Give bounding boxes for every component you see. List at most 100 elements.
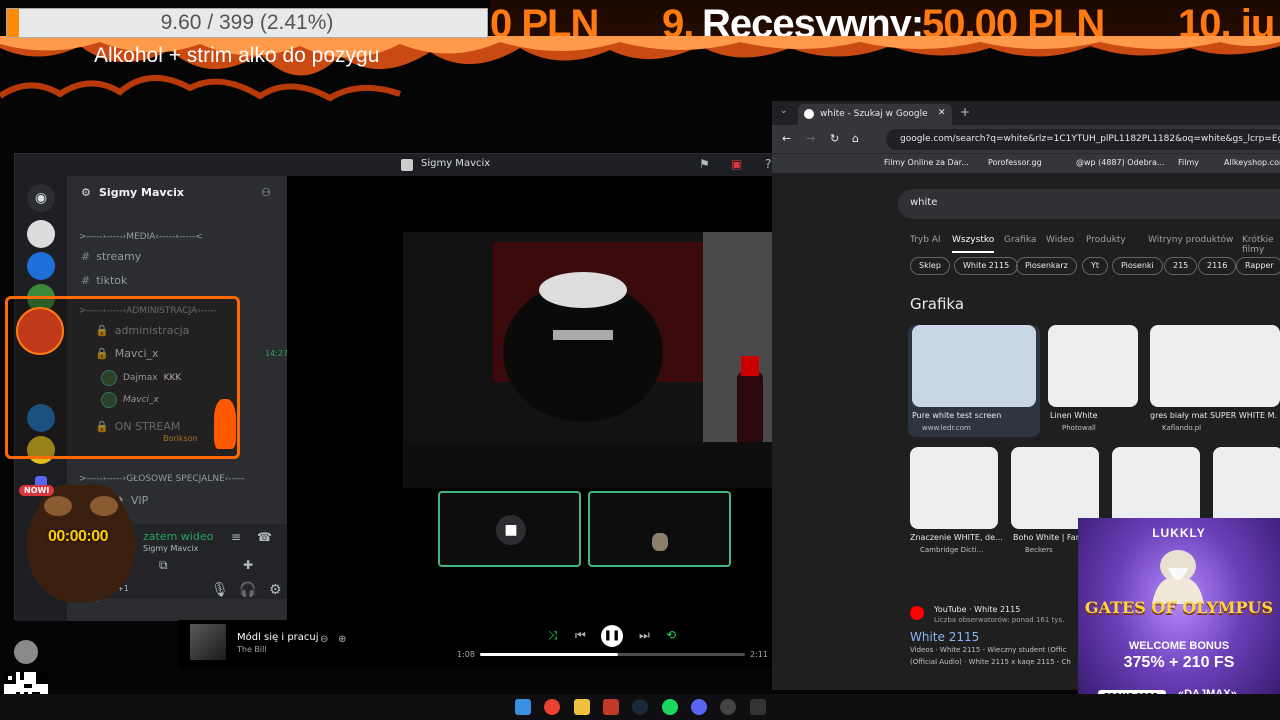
image-result[interactable]: Znaczenie WHITE, de... Cambridge Dicti..…: [910, 447, 1003, 559]
bookmark-item[interactable]: Porofessor.gg: [988, 158, 1042, 167]
help-icon[interactable]: ?: [765, 157, 771, 171]
camera-tile[interactable]: ■: [438, 491, 581, 567]
youtube-icon: [910, 606, 924, 620]
image-source: Photowall: [1062, 424, 1096, 432]
app-icon[interactable]: [603, 699, 619, 715]
ad-welcome: WELCOME BONUS: [1128, 640, 1230, 652]
image-source: Kaflando.pl: [1162, 424, 1202, 432]
tab-shorts[interactable]: Krótkie filmy: [1242, 235, 1280, 255]
progress-bar[interactable]: [480, 653, 745, 656]
image-result[interactable]: Pure white test screen www.ledr.com: [908, 325, 1040, 437]
add-user-icon[interactable]: ⚇: [261, 186, 271, 199]
participant-tile[interactable]: [588, 491, 731, 567]
new-badge: NOWI: [19, 485, 55, 496]
discord-icon[interactable]: ◉: [27, 184, 55, 212]
tab-images[interactable]: Grafika: [1004, 235, 1036, 245]
filter-chip[interactable]: Rapper: [1236, 257, 1280, 275]
bookmark-item[interactable]: Filmy: [1178, 158, 1199, 167]
category-media[interactable]: >-----›-----›MEDIA‹-----‹-----<: [79, 232, 203, 242]
discord-icon[interactable]: [691, 699, 707, 715]
prev-icon[interactable]: ⏮: [575, 628, 586, 643]
gear-icon[interactable]: ⚙: [81, 186, 91, 199]
filter-chip[interactable]: Sklep: [910, 257, 950, 275]
folder-icon[interactable]: [574, 699, 590, 715]
spotify-player: Módl się i pracuj The Bill ⊖ ⊕ ⤨ ⏮ ❚❚ ⏭ …: [178, 620, 778, 668]
image-source: Cambridge Dicti...: [920, 546, 984, 554]
add-icon[interactable]: ⊕: [338, 634, 346, 645]
stream-video[interactable]: [403, 232, 827, 488]
chrome-icon[interactable]: [544, 699, 560, 715]
goal-progress-text: 9.60 / 399 (2.41%): [160, 11, 334, 34]
next-icon[interactable]: ⏭: [639, 628, 650, 643]
image-thumbnail: [1112, 447, 1200, 529]
image-thumbnail: [1150, 325, 1280, 407]
result-title[interactable]: White 2115: [910, 630, 979, 644]
home-icon[interactable]: ⌂: [852, 132, 859, 145]
forward-icon[interactable]: →: [806, 132, 815, 145]
filter-chip[interactable]: Piosenki: [1112, 257, 1163, 275]
app-icon[interactable]: [750, 699, 766, 715]
settings-icon[interactable]: ⚙: [269, 582, 282, 598]
screen-share-icon[interactable]: ▣: [731, 157, 742, 171]
filter-chip[interactable]: Piosenkarz: [1016, 257, 1077, 275]
new-tab-icon[interactable]: +: [960, 105, 970, 119]
repeat-icon[interactable]: ⟲: [666, 628, 676, 642]
back-icon[interactable]: ←: [782, 132, 791, 145]
tab-product-sites[interactable]: Witryny produktów: [1148, 235, 1233, 245]
tab-products[interactable]: Produkty: [1086, 235, 1126, 245]
channel-logo-icon: [14, 640, 38, 664]
image-result[interactable]: gres biały mat SUPER WHITE M... Kaflando…: [1150, 325, 1280, 437]
server-icon[interactable]: [27, 220, 55, 248]
channel-tiktok[interactable]: # tiktok: [81, 274, 127, 287]
server-icon[interactable]: [27, 252, 55, 280]
tab-search-icon[interactable]: ⌄: [780, 106, 788, 116]
mic-icon[interactable]: 🎙: [211, 582, 229, 598]
steam-icon[interactable]: [632, 699, 648, 715]
windows-start-icon[interactable]: [515, 699, 531, 715]
filter-chip[interactable]: Yt: [1082, 257, 1109, 275]
discord-titlebar: Sigmy Mavcix ⚑ ▣ ? – □ ✕: [15, 154, 876, 176]
close-icon[interactable]: ✕: [938, 108, 946, 118]
goal-progress-bar: 9.60 / 399 (2.41%): [6, 8, 488, 38]
activity-icon[interactable]: ✚: [243, 558, 253, 572]
filter-chip[interactable]: 215: [1164, 257, 1198, 275]
bookmark-item[interactable]: @wp (4887) Odebra...: [1076, 158, 1165, 167]
track-title[interactable]: Módl się i pracuj: [237, 632, 319, 643]
app-icon[interactable]: [720, 699, 736, 715]
filter-chip[interactable]: 2116: [1198, 257, 1237, 275]
spotify-icon[interactable]: [662, 699, 678, 715]
image-thumbnail: [912, 325, 1036, 407]
tab-ai-mode[interactable]: Tryb AI: [910, 235, 941, 245]
inbox-icon[interactable]: ⚑: [699, 157, 710, 171]
flame-icon: [214, 399, 236, 449]
server-name[interactable]: Sigmy Mavcix: [99, 186, 184, 199]
casino-ad[interactable]: LUKKLY GATES OF OLYMPUS WELCOME BONUS 37…: [1078, 518, 1280, 720]
address-bar[interactable]: google.com/search?q=white&rlz=1C1YTUH_pl…: [886, 129, 1280, 150]
image-thumbnail: [910, 447, 998, 529]
tab-google-search[interactable]: white - Szukaj w Google ✕: [798, 104, 952, 125]
image-caption: Linen White: [1050, 411, 1098, 420]
progress-fill: [480, 653, 618, 656]
bookmark-item[interactable]: Allkeyshop.com: [1224, 158, 1280, 167]
channel-streamy[interactable]: # streamy: [81, 250, 141, 263]
result-source: YouTube · White 2115: [934, 605, 1021, 614]
filter-chip[interactable]: White 2115: [954, 257, 1019, 275]
search-input[interactable]: white: [898, 189, 1280, 219]
image-result[interactable]: Linen White Photowall: [1048, 325, 1138, 437]
pause-icon[interactable]: ❚❚: [601, 625, 623, 647]
album-cover[interactable]: [190, 624, 226, 660]
track-artist[interactable]: The Bill: [237, 645, 267, 654]
shuffle-icon[interactable]: ⤨: [548, 628, 558, 643]
signal-icon[interactable]: ≡: [231, 530, 241, 544]
screen-share-button[interactable]: ⧉: [159, 558, 168, 573]
result-subtitle: Liczba obserwatorów: ponad 161 tys.: [934, 616, 1065, 624]
bookmark-item[interactable]: Filmy Online za Dar...: [884, 158, 969, 167]
reload-icon[interactable]: ↻: [830, 132, 839, 145]
discord-app-icon: [401, 159, 413, 171]
disconnect-icon[interactable]: ☎: [257, 530, 272, 544]
tab-all[interactable]: Wszystko: [952, 235, 995, 253]
tab-videos[interactable]: Wideo: [1046, 235, 1074, 245]
ad-brand: LUKKLY: [1152, 526, 1206, 540]
remove-icon[interactable]: ⊖: [320, 634, 328, 645]
headphones-icon[interactable]: 🎧: [239, 582, 256, 598]
